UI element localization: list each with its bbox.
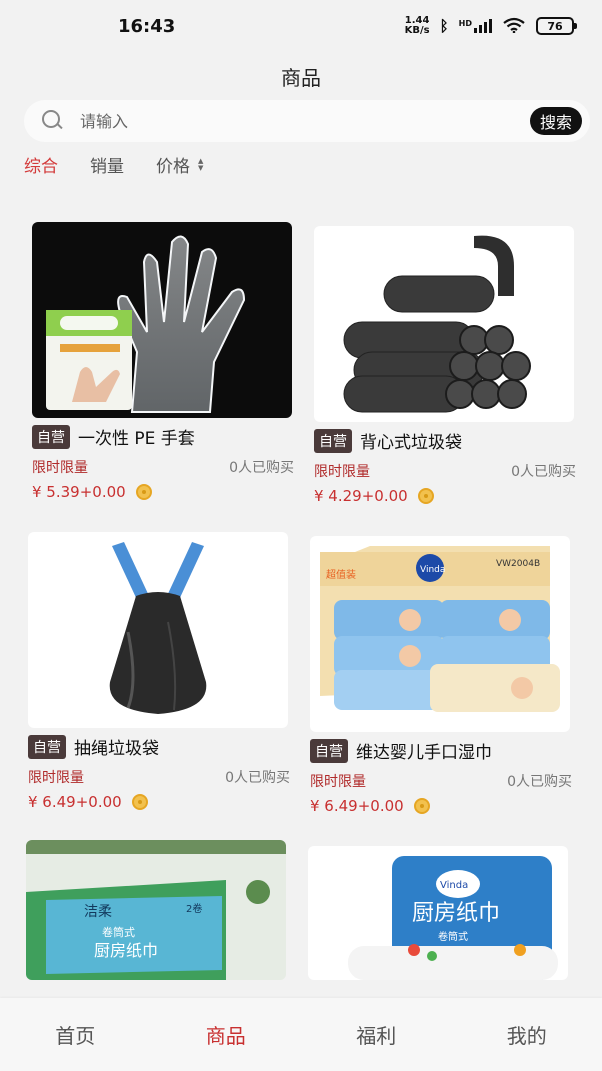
nav-welfare[interactable]: 福利 [316, 1020, 436, 1049]
product-card[interactable]: 洁柔 卷筒式 厨房纸巾 2卷 [26, 840, 288, 980]
product-card[interactable]: Vinda 厨房纸巾 卷筒式 [308, 846, 570, 980]
limited-label: 限时限量 [310, 774, 366, 790]
product-name[interactable]: 一次性 PE 手套 [78, 424, 195, 449]
status-time: 16:43 [118, 15, 176, 37]
product-image-title: 厨房纸巾 [94, 941, 158, 960]
limited-label: 限时限量 [32, 460, 88, 476]
sort-arrows-icon: ▲ ▼ [198, 156, 204, 172]
product-image-title: 厨房纸巾 [412, 901, 500, 926]
hd-label: HD [458, 19, 472, 28]
sort-price[interactable]: 价格 ▲ ▼ [156, 152, 203, 177]
limited-label: 限时限量 [314, 464, 370, 480]
nav-products[interactable]: 商品 [166, 1020, 286, 1049]
product-image-sub: 卷筒式 [438, 930, 468, 943]
battery-level: 76 [547, 19, 563, 33]
coin-icon [413, 798, 430, 814]
limited-label: 限时限量 [28, 770, 84, 786]
sort-comprehensive[interactable]: 综合 [24, 152, 58, 177]
product-image[interactable]: Vinda 厨房纸巾 卷筒式 [308, 846, 568, 980]
search-input[interactable] [80, 111, 530, 131]
product-card[interactable]: 自营 背心式垃圾袋 限时限量 0人已购买 ¥ 4.29+0.00 [314, 226, 576, 505]
product-image[interactable]: 洁柔 卷筒式 厨房纸巾 2卷 [26, 840, 286, 980]
product-image[interactable] [314, 226, 574, 422]
product-card[interactable]: Vinda 超值装 VW2004B 自营 维达婴儿手口湿巾 限时限量 0人已购买 [310, 536, 572, 815]
status-bar: 16:43 1.44 KB/s ᛒ HD 76 [0, 0, 602, 52]
search-icon [42, 110, 64, 132]
search-bar: 搜索 [24, 100, 590, 142]
product-price: ¥ 4.29+0.00 [314, 487, 408, 505]
product-name[interactable]: 抽绳垃圾袋 [74, 734, 159, 759]
sold-count: 0人已购买 [225, 770, 290, 786]
product-price: ¥ 5.39+0.00 [32, 483, 126, 501]
bottom-nav: 首页 商品 福利 我的 [0, 998, 602, 1071]
product-image-pack: 2卷 [186, 902, 202, 915]
search-button[interactable]: 搜索 [529, 107, 582, 135]
product-image-brand: 洁柔 [84, 904, 112, 920]
product-image-sub: 卷筒式 [102, 925, 135, 939]
product-card[interactable]: 自营 抽绳垃圾袋 限时限量 0人已购买 ¥ 6.49+0.00 [28, 532, 290, 811]
coin-icon [417, 488, 434, 504]
status-icons: 1.44 KB/s ᛒ HD 76 [405, 16, 577, 36]
product-card[interactable]: 自营 一次性 PE 手套 限时限量 0人已购买 ¥ 5.39+0.00 [32, 222, 294, 501]
coin-icon [131, 794, 148, 810]
product-image[interactable] [28, 532, 288, 728]
product-name[interactable]: 维达婴儿手口湿巾 [356, 738, 492, 763]
nav-mine[interactable]: 我的 [467, 1020, 587, 1049]
page-title: 商品 [281, 66, 321, 90]
network-speed-unit: KB/s [404, 25, 430, 36]
wipes-box-tag: 超值装 [326, 568, 356, 581]
product-image[interactable] [32, 222, 292, 418]
bluetooth-icon: ᛒ [439, 17, 449, 35]
sort-sales[interactable]: 销量 [90, 152, 124, 177]
sold-count: 0人已购买 [229, 460, 294, 476]
self-operated-badge: 自营 [32, 424, 70, 449]
sold-count: 0人已购买 [507, 774, 572, 790]
battery-icon: 76 [536, 17, 577, 35]
self-operated-badge: 自营 [310, 738, 348, 763]
self-operated-badge: 自营 [314, 428, 352, 453]
signal-icon: HD [459, 19, 492, 33]
product-image[interactable]: Vinda 超值装 VW2004B [310, 536, 570, 732]
product-price: ¥ 6.49+0.00 [310, 797, 404, 815]
wifi-icon [502, 17, 526, 36]
network-speed: 1.44 KB/s [405, 16, 430, 36]
sort-bar: 综合 销量 价格 ▲ ▼ [24, 152, 235, 177]
wipes-box-brand: Vinda [420, 565, 445, 575]
product-name[interactable]: 背心式垃圾袋 [360, 428, 462, 453]
self-operated-badge: 自营 [28, 734, 66, 759]
product-price: ¥ 6.49+0.00 [28, 793, 122, 811]
nav-home[interactable]: 首页 [15, 1020, 135, 1049]
coin-icon [135, 484, 152, 500]
sort-price-label: 价格 [156, 157, 190, 177]
sold-count: 0人已购买 [511, 464, 576, 480]
wipes-box-code: VW2004B [496, 559, 540, 569]
product-image-brand: Vinda [440, 880, 468, 891]
